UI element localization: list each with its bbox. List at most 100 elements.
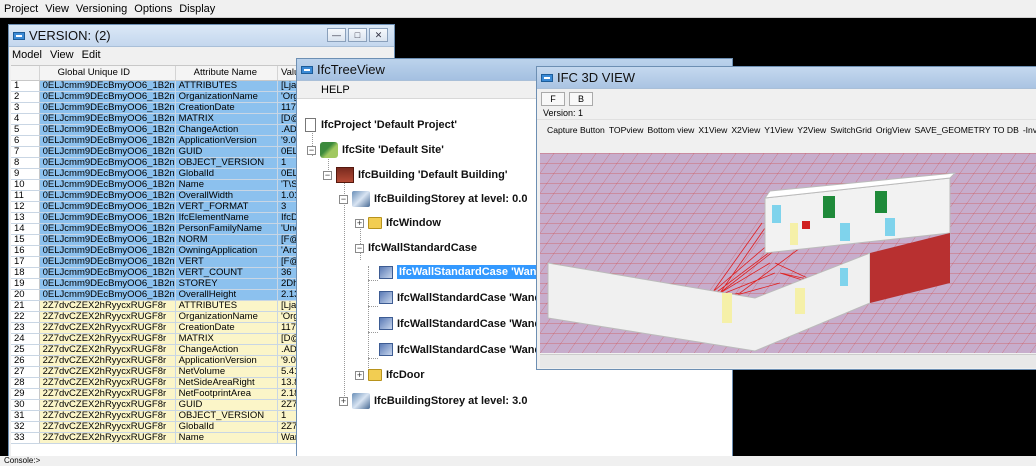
cell-guid[interactable]: 2Z7dvCZEX2hRyycxRUGF8r — [39, 333, 176, 345]
cell-guid[interactable]: 2Z7dvCZEX2hRyycxRUGF8r — [39, 322, 176, 334]
cell-attribute[interactable]: ATTRIBUTES — [175, 300, 278, 312]
cell-attribute[interactable]: OrganizationName — [175, 91, 278, 103]
cell-attribute[interactable]: NetSideAreaRight — [175, 377, 278, 389]
y2view-button[interactable]: Y2View — [797, 125, 826, 135]
cell-attribute[interactable]: VERT_FORMAT — [175, 201, 278, 213]
menu-help[interactable]: HELP — [321, 84, 350, 96]
row-index[interactable]: 12 — [11, 201, 40, 213]
row-index[interactable]: 15 — [11, 234, 40, 246]
cell-attribute[interactable]: PersonFamilyName — [175, 223, 278, 235]
row-index[interactable]: 19 — [11, 278, 40, 290]
cell-attribute[interactable]: IfcElementName — [175, 212, 278, 224]
horizontal-scrollbar[interactable] — [540, 354, 1036, 368]
cell-guid[interactable]: 2Z7dvCZEX2hRyycxRUGF8r — [39, 311, 176, 323]
row-index[interactable]: 26 — [11, 355, 40, 367]
row-index[interactable]: 2 — [11, 91, 40, 103]
row-index[interactable]: 17 — [11, 256, 40, 268]
row-index[interactable]: 22 — [11, 311, 40, 323]
menu-versioning[interactable]: Versioning — [76, 3, 127, 15]
cell-guid[interactable]: 2Z7dvCZEX2hRyycxRUGF8r — [39, 399, 176, 411]
collapse-icon[interactable]: − — [323, 170, 332, 180]
row-index[interactable]: 23 — [11, 322, 40, 334]
row-index[interactable]: 11 — [11, 190, 40, 202]
expand-icon[interactable]: + — [355, 218, 364, 228]
row-index[interactable]: 1 — [11, 80, 40, 92]
collapse-icon[interactable]: − — [307, 145, 316, 155]
row-index[interactable]: 18 — [11, 267, 40, 279]
cell-attribute[interactable]: ApplicationVersion — [175, 355, 278, 367]
row-index[interactable]: 25 — [11, 344, 40, 356]
menu-model[interactable]: Model — [12, 49, 42, 61]
collapse-icon[interactable]: − — [339, 194, 348, 204]
cell-attribute[interactable]: OrganizationName — [175, 311, 278, 323]
tree-node-project[interactable]: IfcProject 'Default Project' — [305, 118, 457, 132]
cell-attribute[interactable]: OBJECT_VERSION — [175, 410, 278, 422]
switch-grid-button[interactable]: SwitchGrid — [830, 125, 872, 135]
console-bar[interactable]: Console:> — [0, 456, 1036, 466]
menu-project[interactable]: Project — [4, 3, 38, 15]
cell-attribute[interactable]: Name — [175, 432, 278, 444]
row-index[interactable]: 16 — [11, 245, 40, 257]
row-index[interactable]: 24 — [11, 333, 40, 345]
tree-node-building[interactable]: − IfcBuilding 'Default Building' — [323, 167, 507, 183]
view3d-titlebar[interactable]: IFC 3D VIEW — [537, 67, 1036, 89]
maximize-button[interactable]: □ — [348, 28, 367, 42]
row-index[interactable]: 27 — [11, 366, 40, 378]
cell-attribute[interactable]: OverallHeight — [175, 289, 278, 301]
expand-icon[interactable]: + — [339, 396, 348, 406]
cell-attribute[interactable]: NORM — [175, 234, 278, 246]
cell-guid[interactable]: 0ELJcmm9DEcBmyOO6_1B2n — [39, 201, 176, 213]
row-index[interactable]: 28 — [11, 377, 40, 389]
cell-guid[interactable]: 0ELJcmm9DEcBmyOO6_1B2n — [39, 190, 176, 202]
row-index[interactable]: 30 — [11, 399, 40, 411]
cell-attribute[interactable]: OBJECT_VERSION — [175, 157, 278, 169]
row-index[interactable]: 33 — [11, 432, 40, 444]
row-index[interactable]: 4 — [11, 113, 40, 125]
cell-guid[interactable]: 0ELJcmm9DEcBmyOO6_1B2n — [39, 267, 176, 279]
row-index[interactable]: 29 — [11, 388, 40, 400]
x1view-button[interactable]: X1View — [698, 125, 727, 135]
topview-button[interactable]: TOPview — [609, 125, 644, 135]
tree-node-storey-0[interactable]: − IfcBuildingStorey at level: 0.0 — [339, 191, 527, 207]
cell-guid[interactable]: 2Z7dvCZEX2hRyycxRUGF8r — [39, 388, 176, 400]
cell-guid[interactable]: 0ELJcmm9DEcBmyOO6_1B2n — [39, 102, 176, 114]
cell-attribute[interactable]: ChangeAction — [175, 344, 278, 356]
tree-node-window[interactable]: + IfcWindow — [355, 217, 441, 229]
row-index[interactable]: 7 — [11, 146, 40, 158]
cell-guid[interactable]: 0ELJcmm9DEcBmyOO6_1B2n — [39, 223, 176, 235]
cell-attribute[interactable]: ApplicationVersion — [175, 135, 278, 147]
menu-view[interactable]: View — [45, 3, 69, 15]
x2view-button[interactable]: X2View — [731, 125, 760, 135]
tree-node-wallstandardcase[interactable]: − IfcWallStandardCase — [355, 242, 477, 254]
cell-attribute[interactable]: CreationDate — [175, 102, 278, 114]
cell-guid[interactable]: 2Z7dvCZEX2hRyycxRUGF8r — [39, 410, 176, 422]
cell-guid[interactable]: 2Z7dvCZEX2hRyycxRUGF8r — [39, 377, 176, 389]
cell-attribute[interactable]: MATRIX — [175, 333, 278, 345]
cell-guid[interactable]: 0ELJcmm9DEcBmyOO6_1B2n — [39, 234, 176, 246]
inv-trn-button[interactable]: -InvTRN — [1023, 125, 1036, 135]
cell-guid[interactable]: 0ELJcmm9DEcBmyOO6_1B2n — [39, 289, 176, 301]
cell-attribute[interactable]: OverallWidth — [175, 190, 278, 202]
orig-view-button[interactable]: OrigView — [876, 125, 911, 135]
y1view-button[interactable]: Y1View — [764, 125, 793, 135]
cell-guid[interactable]: 0ELJcmm9DEcBmyOO6_1B2n — [39, 245, 176, 257]
3d-viewport[interactable] — [540, 153, 1036, 353]
cell-attribute[interactable]: CreationDate — [175, 322, 278, 334]
cell-guid[interactable]: 2Z7dvCZEX2hRyycxRUGF8r — [39, 355, 176, 367]
save-geometry-button[interactable]: SAVE_GEOMETRY TO DB — [915, 125, 1019, 135]
cell-guid[interactable]: 2Z7dvCZEX2hRyycxRUGF8r — [39, 300, 176, 312]
menu-view[interactable]: View — [50, 49, 74, 61]
cell-guid[interactable]: 0ELJcmm9DEcBmyOO6_1B2n — [39, 91, 176, 103]
close-button[interactable]: ✕ — [369, 28, 388, 42]
row-index[interactable]: 31 — [11, 410, 40, 422]
cell-guid[interactable]: 2Z7dvCZEX2hRyycxRUGF8r — [39, 421, 176, 433]
cell-guid[interactable]: 2Z7dvCZEX2hRyycxRUGF8r — [39, 344, 176, 356]
column-header-attribute[interactable]: Attribute Name — [175, 66, 278, 81]
cell-guid[interactable]: 0ELJcmm9DEcBmyOO6_1B2n — [39, 212, 176, 224]
menu-display[interactable]: Display — [179, 3, 215, 15]
row-index[interactable]: 10 — [11, 179, 40, 191]
cell-attribute[interactable]: GUID — [175, 146, 278, 158]
cell-attribute[interactable]: STOREY — [175, 278, 278, 290]
cell-attribute[interactable]: GlobalId — [175, 421, 278, 433]
cell-attribute[interactable]: MATRIX — [175, 113, 278, 125]
